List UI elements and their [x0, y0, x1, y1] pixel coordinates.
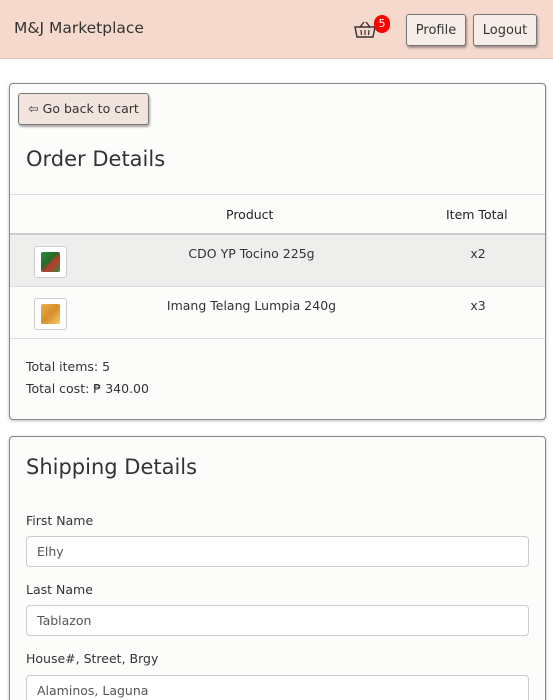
product-quantity: x3 — [470, 298, 486, 313]
table-header: Product Item Total — [10, 194, 545, 235]
product-thumbnail — [34, 298, 67, 330]
table-row: Imang Telang Lumpia 240g x3 — [10, 287, 545, 339]
total-cost: Total cost: ₱ 340.00 — [26, 381, 149, 396]
tocino-image — [41, 252, 60, 272]
product-name: Imang Telang Lumpia 240g — [166, 298, 337, 313]
product-thumbnail — [34, 246, 67, 278]
profile-button[interactable]: Profile — [406, 14, 466, 46]
column-header-item-total: Item Total — [446, 207, 508, 222]
navbar: M&J Marketplace 5 Profile Logout — [0, 0, 553, 59]
order-details-card: ⇦ Go back to cart Order Details Product … — [9, 83, 546, 420]
basket-icon — [354, 21, 376, 38]
last-name-field[interactable] — [26, 605, 529, 636]
last-name-label: Last Name — [26, 582, 93, 597]
table-row: CDO YP Tocino 225g x2 — [10, 235, 545, 287]
order-details-title: Order Details — [26, 147, 166, 171]
product-name: CDO YP Tocino 225g — [188, 246, 315, 261]
total-items: Total items: 5 — [26, 359, 111, 374]
address-label: House#, Street, Brgy — [26, 651, 159, 666]
first-name-label: First Name — [26, 513, 94, 528]
column-header-product: Product — [226, 207, 274, 222]
back-to-cart-button[interactable]: ⇦ Go back to cart — [18, 93, 149, 125]
lumpia-image — [41, 304, 60, 324]
shipping-details-card: Shipping Details First Name Last Name Ho… — [9, 436, 546, 700]
first-name-field[interactable] — [26, 536, 529, 567]
order-table: Product Item Total CDO YP Tocino 225g x2… — [10, 194, 545, 339]
cart-button[interactable]: 5 — [352, 15, 392, 45]
logout-button[interactable]: Logout — [473, 14, 537, 46]
cart-count-badge: 5 — [374, 15, 390, 33]
brand-title[interactable]: M&J Marketplace — [14, 19, 144, 37]
shipping-details-title: Shipping Details — [26, 455, 198, 479]
product-quantity: x2 — [470, 246, 486, 261]
address-field[interactable] — [26, 675, 529, 700]
